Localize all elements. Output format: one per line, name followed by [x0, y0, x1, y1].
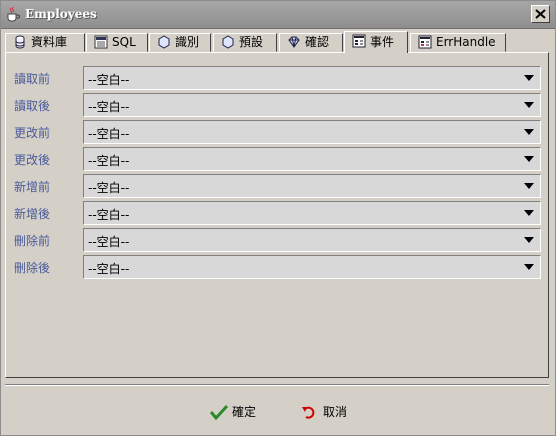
event-label-after-delete: 刪除後 — [14, 261, 51, 275]
error-handle-icon — [418, 35, 432, 49]
combo-value: --空白-- — [88, 154, 130, 168]
tab-default[interactable]: 預設 — [213, 33, 277, 52]
dropdown-arrow-icon — [524, 156, 534, 162]
dropdown-arrow-icon — [524, 129, 534, 135]
window-title: Employees — [25, 7, 97, 21]
identity-hexagon-icon — [158, 35, 170, 49]
dropdown-arrow-icon — [524, 102, 534, 108]
ok-button[interactable]: 確定 — [210, 401, 270, 423]
tab-label: 預設 — [239, 35, 264, 49]
event-label-before-insert: 新增前 — [14, 180, 51, 194]
database-icon — [15, 35, 25, 49]
combo-value: --空白-- — [88, 235, 130, 249]
dropdown-arrow-icon — [524, 210, 534, 216]
cancel-label: 取消 — [323, 405, 348, 419]
tab-label: 事件 — [370, 35, 395, 49]
dropdown-arrow-icon — [524, 183, 534, 189]
combo-value: --空白-- — [88, 127, 130, 141]
tab-label: SQL — [112, 35, 136, 49]
checkmark-icon — [210, 404, 228, 420]
tab-label: 確認 — [305, 35, 330, 49]
event-label-before-update: 更改前 — [14, 126, 51, 140]
title-bar[interactable]: Employees — [1, 1, 555, 29]
tab-events[interactable]: 事件 — [344, 31, 408, 53]
dropdown-arrow-icon — [524, 75, 534, 81]
tab-validate[interactable]: 確認 — [279, 33, 343, 52]
tab-label: 資料庫 — [31, 35, 68, 49]
java-cup-icon — [7, 6, 20, 22]
tab-label: 識別 — [175, 35, 200, 49]
close-button[interactable] — [531, 5, 550, 23]
event-label-after-insert: 新增後 — [14, 207, 51, 221]
event-combo-before-update[interactable]: --空白-- — [83, 120, 541, 144]
default-hexagon-icon — [222, 35, 234, 49]
tab-bar: 資料庫 SQL 識別 預設 確認 事件 ErrHandle — [1, 31, 555, 53]
cancel-button[interactable]: 取消 — [301, 401, 361, 423]
tab-label: ErrHandle — [436, 35, 496, 49]
event-combo-after-read[interactable]: --空白-- — [83, 93, 541, 117]
employees-dialog: Employees 資料庫 SQL 識別 預設 確認 事件 ErrHandle … — [0, 0, 556, 436]
ok-label: 確定 — [232, 405, 257, 419]
combo-value: --空白-- — [88, 100, 130, 114]
dropdown-arrow-icon — [524, 237, 534, 243]
sql-icon — [94, 35, 108, 49]
combo-value: --空白-- — [88, 181, 130, 195]
event-form-icon — [352, 34, 366, 48]
dropdown-arrow-icon — [524, 264, 534, 270]
close-icon — [535, 9, 546, 19]
tab-identity[interactable]: 識別 — [149, 33, 211, 52]
event-label-after-read: 讀取後 — [14, 99, 51, 113]
tab-errhandle[interactable]: ErrHandle — [410, 33, 506, 52]
validate-gem-icon — [288, 36, 300, 48]
tab-sql[interactable]: SQL — [86, 33, 148, 52]
event-combo-before-read[interactable]: --空白-- — [83, 66, 541, 90]
undo-arrow-icon — [302, 406, 315, 419]
event-label-after-update: 更改後 — [14, 153, 51, 167]
event-combo-before-delete[interactable]: --空白-- — [83, 228, 541, 252]
footer-divider — [5, 384, 549, 386]
tab-database[interactable]: 資料庫 — [5, 33, 85, 52]
combo-value: --空白-- — [88, 208, 130, 222]
event-combo-after-delete[interactable]: --空白-- — [83, 255, 541, 279]
event-label-before-delete: 刪除前 — [14, 234, 51, 248]
combo-value: --空白-- — [88, 262, 130, 276]
combo-value: --空白-- — [88, 73, 130, 87]
event-combo-before-insert[interactable]: --空白-- — [83, 174, 541, 198]
event-label-before-read: 讀取前 — [14, 72, 51, 86]
event-combo-after-insert[interactable]: --空白-- — [83, 201, 541, 225]
event-combo-after-update[interactable]: --空白-- — [83, 147, 541, 171]
